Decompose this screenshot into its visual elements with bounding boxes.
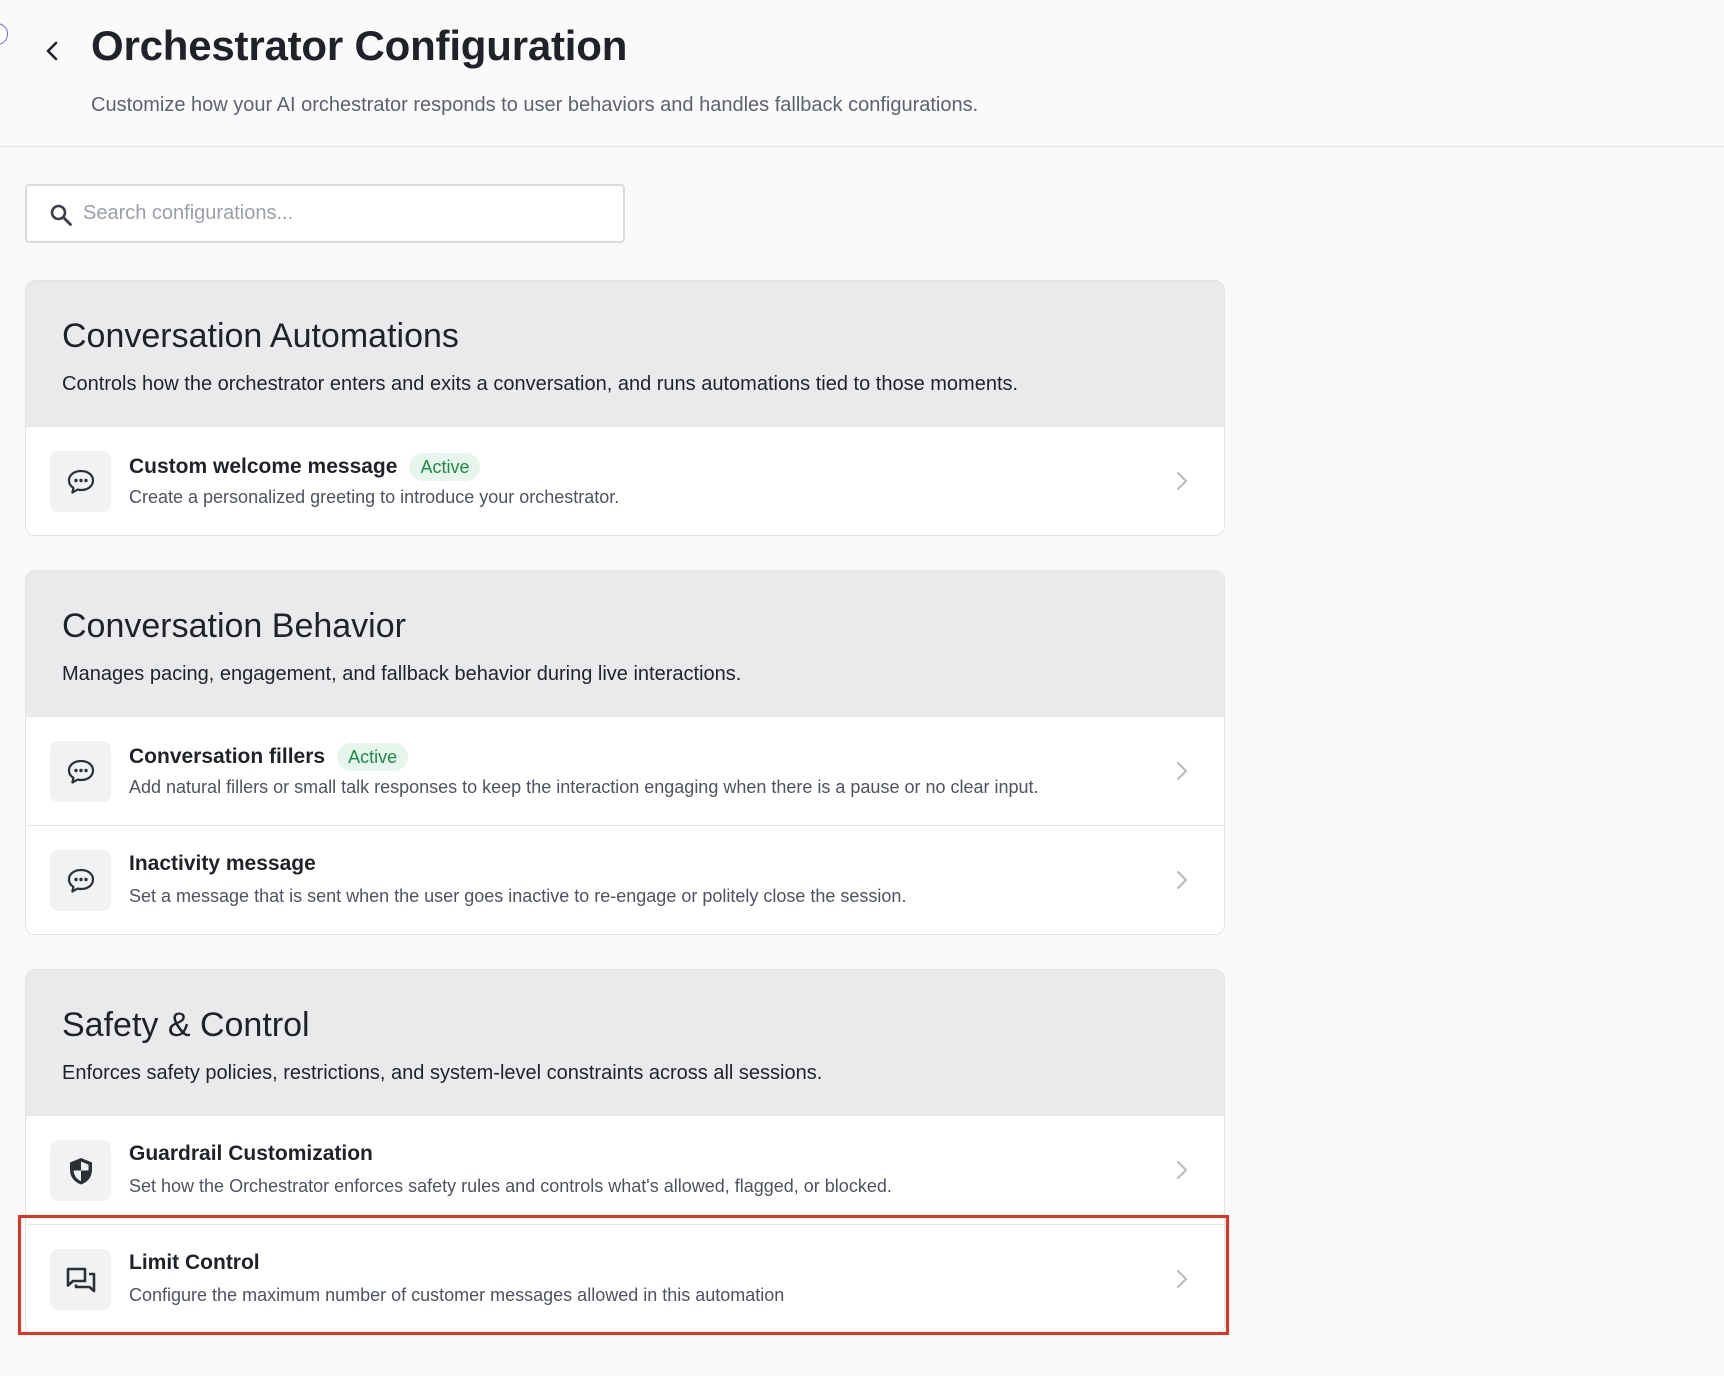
config-item-inactivity-message[interactable]: Inactivity message Set a message that is…: [26, 825, 1224, 934]
item-description: Configure the maximum number of customer…: [129, 1285, 785, 1305]
status-badge: Active: [409, 453, 481, 481]
chevron-right-icon: [1170, 1156, 1194, 1184]
page-header: Orchestrator Configuration Customize how…: [0, 0, 1724, 147]
orchestrator-config-page: Orchestrator Configuration Customize how…: [0, 0, 1724, 1376]
item-title: Inactivity message: [129, 852, 316, 875]
shield-icon: [50, 1140, 111, 1201]
section-description: Manages pacing, engagement, and fallback…: [62, 663, 742, 685]
item-description: Set a message that is sent when the user…: [129, 886, 907, 906]
chat-bubble-icon: [50, 850, 111, 911]
config-item-conversation-fillers[interactable]: Conversation fillers Active Add natural …: [26, 716, 1224, 825]
item-title-row: Custom welcome message Active: [129, 453, 481, 481]
edge-circle-icon[interactable]: [0, 23, 8, 45]
item-title-row: Inactivity message: [129, 852, 316, 876]
item-description: Create a personalized greeting to introd…: [129, 487, 620, 507]
section-header: Safety & Control Enforces safety policie…: [26, 970, 1224, 1115]
status-badge: Active: [337, 743, 409, 771]
chevron-right-icon: [1170, 757, 1194, 785]
chat-bubble-icon: [50, 741, 111, 802]
section-header: Conversation Automations Controls how th…: [26, 281, 1224, 426]
chevron-right-icon: [1170, 1265, 1194, 1293]
item-title: Custom welcome message: [129, 455, 398, 478]
item-title: Conversation fillers: [129, 745, 326, 768]
item-title-row: Guardrail Customization: [129, 1142, 373, 1166]
section-description: Enforces safety policies, restrictions, …: [62, 1062, 823, 1084]
page-title: Orchestrator Configuration: [91, 22, 628, 69]
back-button[interactable]: [38, 36, 66, 66]
section-description: Controls how the orchestrator enters and…: [62, 373, 1019, 395]
item-title-row: Limit Control: [129, 1251, 260, 1275]
item-description: Add natural fillers or small talk respon…: [129, 777, 1039, 797]
search-input[interactable]: [83, 186, 613, 241]
chevron-right-icon: [1170, 467, 1194, 495]
item-description: Set how the Orchestrator enforces safety…: [129, 1176, 892, 1196]
config-item-guardrail-customization[interactable]: Guardrail Customization Set how the Orch…: [26, 1115, 1224, 1224]
config-item-custom-welcome-message[interactable]: Custom welcome message Active Create a p…: [26, 426, 1224, 535]
section-safety-control: Safety & Control Enforces safety policie…: [25, 969, 1225, 1334]
chevron-right-icon: [1170, 866, 1194, 894]
item-title-row: Conversation fillers Active: [129, 743, 409, 771]
chat-bubble-icon: [50, 451, 111, 512]
config-item-limit-control[interactable]: Limit Control Configure the maximum numb…: [26, 1224, 1224, 1333]
section-conversation-automations: Conversation Automations Controls how th…: [25, 280, 1225, 536]
section-title: Safety & Control: [62, 1006, 310, 1044]
item-title: Guardrail Customization: [129, 1142, 373, 1165]
search-icon: [50, 204, 72, 226]
section-title: Conversation Automations: [62, 317, 459, 355]
chevron-left-icon: [46, 41, 58, 61]
section-title: Conversation Behavior: [62, 607, 406, 645]
page-subtitle: Customize how your AI orchestrator respo…: [91, 94, 979, 116]
item-title: Limit Control: [129, 1251, 260, 1274]
forum-icon: [50, 1249, 111, 1310]
section-conversation-behavior: Conversation Behavior Manages pacing, en…: [25, 570, 1225, 935]
section-header: Conversation Behavior Manages pacing, en…: [26, 571, 1224, 716]
search-box[interactable]: [25, 184, 625, 243]
